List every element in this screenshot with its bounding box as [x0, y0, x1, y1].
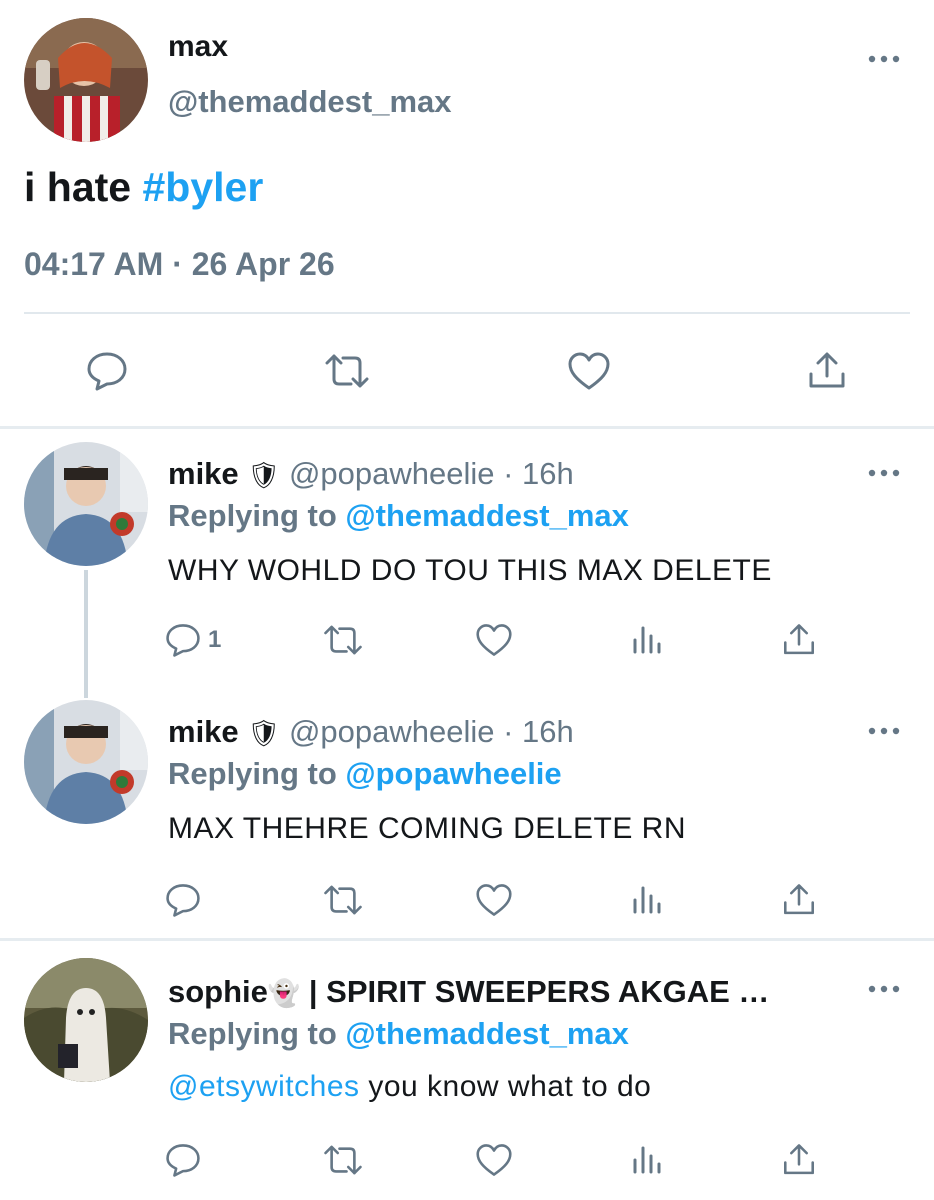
- reply-count: 1: [208, 626, 222, 653]
- avatar[interactable]: [24, 18, 148, 142]
- mention-link[interactable]: @themaddest_max: [345, 1016, 629, 1051]
- replying-to: Replying to @themaddest_max: [168, 1016, 629, 1052]
- author-name-suffix[interactable]: | SPIRIT SWEEPERS AKGAE …: [300, 974, 770, 1009]
- like-icon[interactable]: [474, 1138, 514, 1182]
- shield-emoji-icon: 🛡: [247, 460, 281, 490]
- replying-to: Replying to @themaddest_max: [168, 498, 629, 534]
- reply-icon[interactable]: [164, 1138, 202, 1182]
- share-icon[interactable]: [800, 344, 854, 398]
- author-name[interactable]: max: [168, 30, 228, 64]
- reply-text: WHY WOHLD DO TOU THIS MAX DELETE: [168, 554, 772, 587]
- avatar[interactable]: [24, 958, 148, 1082]
- replying-label: Replying to: [168, 756, 346, 791]
- share-icon[interactable]: [780, 618, 818, 662]
- tweet-actions: [0, 344, 934, 398]
- retweet-icon[interactable]: [322, 878, 364, 922]
- analytics-icon[interactable]: [630, 618, 664, 662]
- tweet-timestamp[interactable]: 04:17 AM · 26 Apr 26: [24, 246, 335, 283]
- author-name[interactable]: mike: [168, 714, 239, 749]
- mention-link[interactable]: @etsywitches: [168, 1070, 360, 1103]
- author-handle-time[interactable]: @popawheelie · 16h: [289, 714, 574, 749]
- author-name[interactable]: mike: [168, 456, 239, 491]
- reply-header: mike 🛡 @popawheelie · 16h: [168, 714, 574, 750]
- more-icon[interactable]: [866, 974, 902, 1004]
- reply-header: mike 🛡 @popawheelie · 16h: [168, 456, 574, 492]
- avatar[interactable]: [24, 700, 148, 824]
- like-icon[interactable]: [474, 618, 514, 662]
- divider: [0, 938, 934, 941]
- replying-to: Replying to @popawheelie: [168, 756, 562, 792]
- reply-tweet: mike 🛡 @popawheelie · 16h Replying to @p…: [0, 688, 934, 938]
- reply-text: @etsywitches you know what to do: [168, 1070, 651, 1104]
- retweet-icon[interactable]: [322, 618, 364, 662]
- like-icon[interactable]: [474, 878, 514, 922]
- author-handle-time[interactable]: @popawheelie · 16h: [289, 456, 574, 491]
- reply-actions: 1: [0, 618, 934, 662]
- like-icon[interactable]: [562, 344, 616, 398]
- share-icon[interactable]: [780, 1138, 818, 1182]
- ghost-emoji-icon: 👻: [267, 978, 301, 1008]
- analytics-icon[interactable]: [630, 1138, 664, 1182]
- reply-button[interactable]: 1: [164, 618, 221, 662]
- main-tweet: max @themaddest_max i hate #byler 04:17 …: [0, 0, 934, 428]
- divider: [24, 312, 910, 314]
- retweet-icon[interactable]: [320, 344, 374, 398]
- hashtag-link[interactable]: #byler: [142, 164, 263, 210]
- reply-icon: [166, 624, 200, 657]
- retweet-icon[interactable]: [322, 1138, 364, 1182]
- mention-link[interactable]: @themaddest_max: [345, 498, 629, 533]
- mention-link[interactable]: @popawheelie: [345, 756, 561, 791]
- replying-label: Replying to: [168, 498, 346, 533]
- avatar[interactable]: [24, 442, 148, 566]
- tweet-text: i hate #byler: [24, 164, 263, 211]
- reply-tweet: mike 🛡 @popawheelie · 16h Replying to @t…: [0, 430, 934, 694]
- more-icon[interactable]: [866, 44, 902, 74]
- reply-text-rest: you know what to do: [359, 1070, 652, 1103]
- reply-actions: [0, 878, 934, 922]
- reply-actions: [0, 1138, 934, 1182]
- more-icon[interactable]: [866, 716, 902, 746]
- tweet-text-plain: i hate: [24, 164, 143, 210]
- reply-text: MAX THEHRE COMING DELETE RN: [168, 812, 687, 845]
- reply-tweet: sophie👻 | SPIRIT SWEEPERS AKGAE … Replyi…: [0, 942, 934, 1200]
- author-name[interactable]: sophie: [168, 974, 268, 1009]
- reply-icon[interactable]: [80, 344, 134, 398]
- replying-label: Replying to: [168, 1016, 346, 1051]
- shield-emoji-icon: 🛡: [247, 718, 281, 748]
- author-handle[interactable]: @themaddest_max: [168, 84, 452, 120]
- more-icon[interactable]: [866, 458, 902, 488]
- divider: [0, 426, 934, 429]
- reply-header: sophie👻 | SPIRIT SWEEPERS AKGAE …: [168, 974, 769, 1010]
- reply-icon[interactable]: [164, 878, 202, 922]
- share-icon[interactable]: [780, 878, 818, 922]
- analytics-icon[interactable]: [630, 878, 664, 922]
